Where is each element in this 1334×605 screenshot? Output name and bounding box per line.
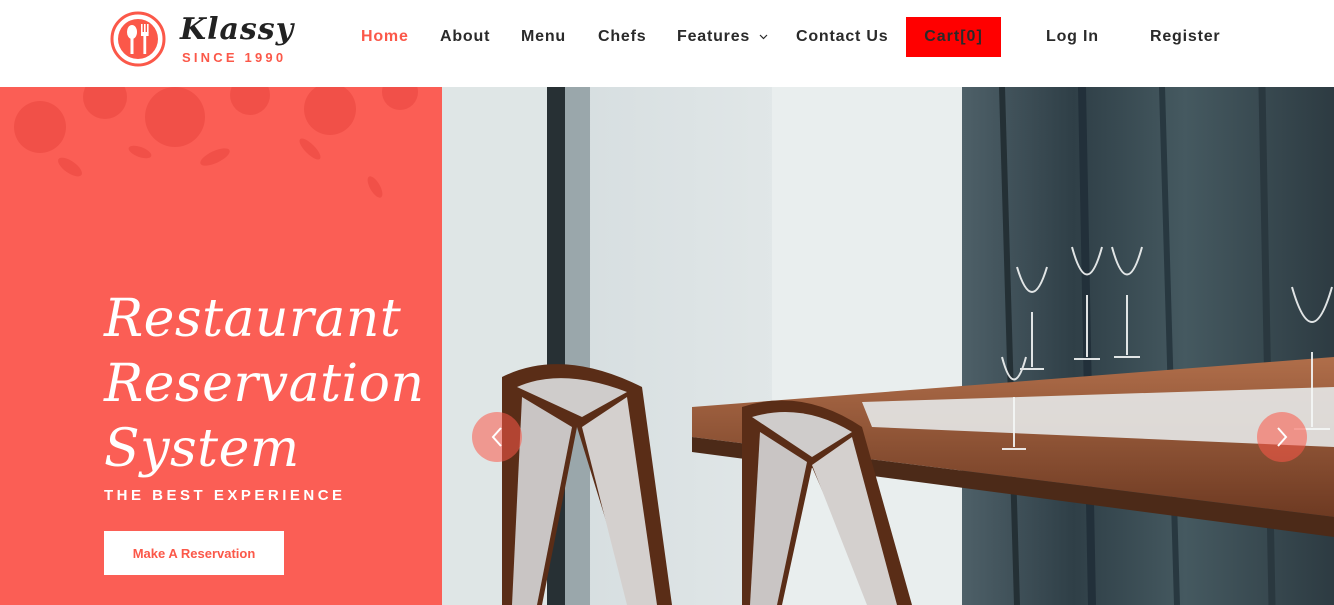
hero-title: Restaurant Reservation System [104, 287, 434, 482]
slider-next-button[interactable] [1257, 412, 1307, 462]
cart-count: [0] [960, 28, 983, 45]
brand-tagline: SINCE 1990 [182, 50, 287, 65]
cart-label: Cart [924, 28, 961, 45]
cart-button[interactable]: Cart [0] [906, 17, 1001, 57]
hero-title-line: Restaurant [104, 289, 402, 349]
chevron-left-icon [491, 427, 502, 447]
restaurant-logo-icon [110, 11, 166, 67]
logo[interactable]: Klassy SINCE 1990 [110, 10, 300, 70]
hero-subtitle: THE BEST EXPERIENCE [104, 487, 346, 504]
nav-chefs[interactable]: Chefs [598, 27, 646, 47]
nav-home[interactable]: Home [361, 27, 409, 47]
hero-title-line: Reservation [104, 354, 425, 414]
chevron-down-icon [759, 34, 768, 40]
nav-contact-us[interactable]: Contact Us [796, 27, 888, 47]
nav-features[interactable]: Features [677, 27, 768, 47]
slider-prev-button[interactable] [472, 412, 522, 462]
hero-title-line: System [104, 419, 300, 479]
make-reservation-button[interactable]: Make A Reservation [104, 531, 284, 575]
restaurant-dining-photo [442, 87, 1334, 605]
nav-about[interactable]: About [440, 27, 490, 47]
site-header: Klassy SINCE 1990 Home About Menu Chefs … [0, 0, 1334, 87]
nav-menu[interactable]: Menu [521, 27, 566, 47]
hero-image-slider [442, 87, 1334, 605]
chevron-right-icon [1277, 427, 1288, 447]
login-link[interactable]: Log In [1046, 27, 1099, 47]
hero-text-panel: Restaurant Reservation System THE BEST E… [0, 87, 442, 605]
register-link[interactable]: Register [1150, 27, 1220, 47]
floral-pattern-decoration [14, 87, 418, 198]
brand-name: Klassy [180, 12, 295, 47]
nav-features-label: Features [677, 28, 751, 45]
